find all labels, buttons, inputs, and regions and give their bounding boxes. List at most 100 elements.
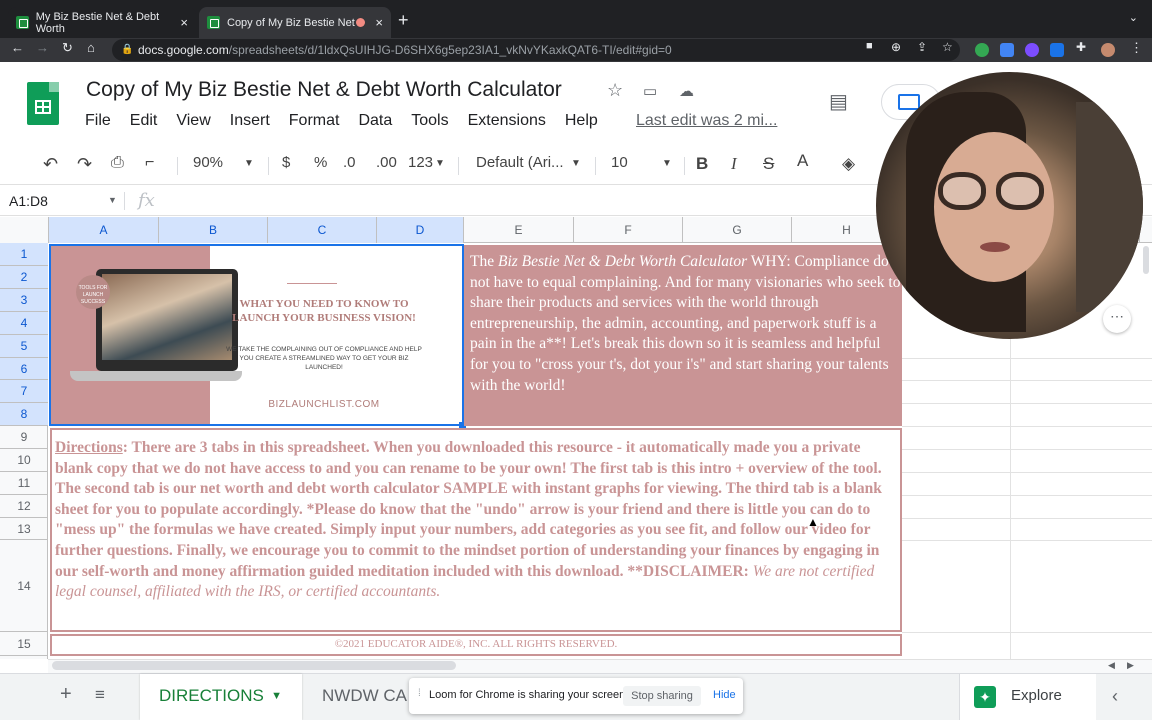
select-all-corner[interactable] xyxy=(0,217,49,243)
forward-icon[interactable]: → xyxy=(36,40,49,55)
address-bar[interactable]: 🔒 docs.google.com/spreadsheets/d/1ldxQsU… xyxy=(112,39,960,61)
menu-format[interactable]: Format xyxy=(289,112,340,130)
browser-menu-icon[interactable]: ⋮ xyxy=(1130,40,1143,56)
explore-button[interactable]: ✦ Explore xyxy=(959,674,1096,720)
last-edit-link[interactable]: Last edit was 2 mi... xyxy=(636,112,777,130)
sheet-tab-nwdw[interactable]: NWDW CA xyxy=(322,686,407,706)
menu-tools[interactable]: Tools xyxy=(411,112,448,130)
bold-button[interactable]: B xyxy=(696,154,708,174)
font-size-select[interactable]: 10 xyxy=(611,154,628,171)
increase-decimal-button[interactable]: .00 xyxy=(376,154,397,171)
row-header-13[interactable]: 13 xyxy=(0,518,48,540)
side-panel-toggle-icon[interactable]: ‹ xyxy=(1112,686,1118,707)
formats-dropdown-icon[interactable]: ▼ xyxy=(435,158,445,169)
menu-extensions[interactable]: Extensions xyxy=(468,112,546,130)
home-icon[interactable]: ⌂ xyxy=(87,40,95,55)
fill-color-icon[interactable]: ◈ xyxy=(842,154,855,174)
comments-icon[interactable]: ▤ xyxy=(829,89,848,114)
row-header-5[interactable]: 5 xyxy=(0,335,48,358)
font-size-dropdown-icon[interactable]: ▼ xyxy=(662,158,672,169)
row-header-10[interactable]: 10 xyxy=(0,449,48,472)
scroll-left-icon[interactable]: ◀ xyxy=(1108,660,1115,671)
drag-handle-icon[interactable]: ⁞ xyxy=(418,688,421,699)
row-header-8[interactable]: 8 xyxy=(0,403,48,426)
extension-grammarly-icon[interactable] xyxy=(975,43,989,57)
sheet-tab-directions[interactable]: DIRECTIONS ▼ xyxy=(140,674,302,720)
text-color-button[interactable]: A xyxy=(797,151,808,171)
profile-avatar[interactable] xyxy=(1101,43,1115,57)
paint-format-icon[interactable]: ⌐ xyxy=(145,154,154,172)
share-page-icon[interactable]: ⇪ xyxy=(917,40,927,54)
star-icon[interactable]: ☆ xyxy=(607,80,623,101)
more-formats-button[interactable]: 123 xyxy=(408,154,433,171)
column-header-g[interactable]: G xyxy=(683,217,792,243)
browser-tab-2[interactable]: Copy of My Biz Bestie Net × xyxy=(199,7,391,38)
font-dropdown-icon[interactable]: ▼ xyxy=(571,158,581,169)
close-tab-2-icon[interactable]: × xyxy=(375,15,383,30)
document-title[interactable]: Copy of My Biz Bestie Net & Debt Worth C… xyxy=(86,78,562,102)
tab-search-icon[interactable]: ⌄ xyxy=(1129,11,1138,24)
row-header-9[interactable]: 9 xyxy=(0,426,48,449)
horizontal-scroll-thumb[interactable] xyxy=(52,661,456,670)
extension-docs-icon[interactable] xyxy=(1000,43,1014,57)
webcam-more-icon[interactable]: ⋯ xyxy=(1103,305,1131,333)
scroll-right-icon[interactable]: ▶ xyxy=(1127,660,1134,671)
name-box-dropdown-icon[interactable]: ▼ xyxy=(108,195,117,205)
reload-icon[interactable]: ↻ xyxy=(62,40,73,56)
menu-view[interactable]: View xyxy=(176,112,210,130)
menu-insert[interactable]: Insert xyxy=(230,112,270,130)
hide-button[interactable]: Hide xyxy=(713,689,736,701)
cloud-status-icon[interactable]: ☁ xyxy=(679,82,694,100)
all-sheets-button[interactable]: ≡ xyxy=(95,685,105,705)
zoom-select[interactable]: 90% xyxy=(193,154,223,171)
row-header-1[interactable]: 1 xyxy=(0,243,48,266)
row-header-7[interactable]: 7 xyxy=(0,380,48,403)
extension-blue-icon[interactable] xyxy=(1050,43,1064,57)
row-header-3[interactable]: 3 xyxy=(0,289,48,312)
menu-file[interactable]: File xyxy=(85,112,111,130)
menu-edit[interactable]: Edit xyxy=(130,112,158,130)
camera-icon[interactable]: ■ xyxy=(866,40,873,52)
undo-icon[interactable]: ↶ xyxy=(43,154,58,175)
zoom-dropdown-icon[interactable]: ▼ xyxy=(244,158,254,169)
column-header-f[interactable]: F xyxy=(574,217,683,243)
new-tab-button[interactable]: + xyxy=(398,10,409,31)
column-header-c[interactable]: C xyxy=(268,217,377,243)
row-header-6[interactable]: 6 xyxy=(0,358,48,380)
column-header-e[interactable]: E xyxy=(464,217,574,243)
row-header-14[interactable]: 14 xyxy=(0,540,48,632)
row-header-15[interactable]: 15 xyxy=(0,632,48,656)
back-icon[interactable]: ← xyxy=(11,40,24,55)
row-header-2[interactable]: 2 xyxy=(0,266,48,289)
vertical-scroll-thumb[interactable] xyxy=(1143,246,1149,274)
italic-button[interactable]: I xyxy=(731,154,737,174)
browser-tab-1[interactable]: My Biz Bestie Net & Debt Worth × xyxy=(8,7,196,38)
column-header-b[interactable]: B xyxy=(159,217,268,243)
sheet-tab-dropdown-icon[interactable]: ▼ xyxy=(271,674,282,718)
add-sheet-button[interactable]: + xyxy=(60,683,72,706)
stop-sharing-button[interactable]: Stop sharing xyxy=(623,686,701,706)
strikethrough-button[interactable]: S xyxy=(763,154,774,174)
why-cell[interactable]: The Biz Bestie Net & Debt Worth Calculat… xyxy=(464,245,902,426)
column-header-a[interactable]: A xyxy=(49,217,159,243)
row-header-4[interactable]: 4 xyxy=(0,312,48,335)
sheets-logo-icon[interactable] xyxy=(27,82,59,125)
menu-help[interactable]: Help xyxy=(565,112,598,130)
font-family-select[interactable]: Default (Ari... xyxy=(476,154,564,171)
row-header-11[interactable]: 11 xyxy=(0,472,48,495)
extension-loom-icon[interactable] xyxy=(1025,43,1039,57)
extensions-puzzle-icon[interactable]: ✚ xyxy=(1076,40,1086,54)
row-header-12[interactable]: 12 xyxy=(0,495,48,518)
move-folder-icon[interactable]: ▭ xyxy=(643,82,657,100)
menu-data[interactable]: Data xyxy=(358,112,392,130)
webcam-bubble[interactable] xyxy=(876,72,1143,339)
bookmark-star-icon[interactable]: ☆ xyxy=(942,40,953,54)
name-box[interactable]: A1:D8 xyxy=(9,193,48,209)
percent-format-button[interactable]: % xyxy=(314,154,327,171)
zoom-icon[interactable]: ⊕ xyxy=(891,40,901,54)
decrease-decimal-button[interactable]: .0 xyxy=(343,154,356,171)
column-header-d[interactable]: D xyxy=(377,217,464,243)
redo-icon[interactable]: ↷ xyxy=(77,154,92,175)
currency-format-button[interactable]: $ xyxy=(282,154,290,171)
close-tab-1-icon[interactable]: × xyxy=(180,15,188,30)
